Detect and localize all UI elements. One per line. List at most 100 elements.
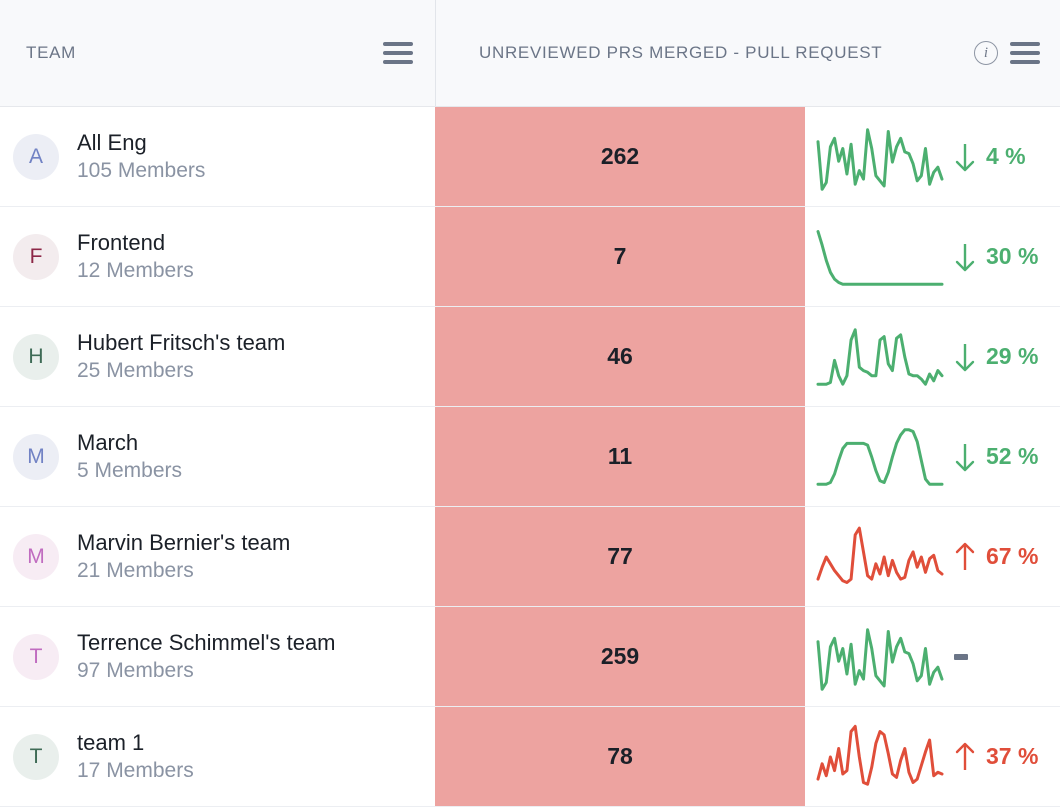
- table-row[interactable]: M Marvin Bernier's team 21 Members 77 67 %: [0, 507, 1060, 607]
- trend-cell: [806, 607, 1060, 706]
- team-member-count: 21 Members: [77, 559, 194, 583]
- team-name: Hubert Fritsch's team: [77, 329, 286, 355]
- trend-cell: 67 %: [806, 507, 1060, 606]
- sparkline-chart: [816, 627, 944, 691]
- team-cell[interactable]: H Hubert Fritsch's team 25 Members: [0, 307, 435, 406]
- trend-cell: 4 %: [806, 107, 1060, 206]
- avatar: M: [13, 533, 59, 580]
- trend-cell: 37 %: [806, 707, 1060, 806]
- trend-percent-label: 67 %: [986, 543, 1039, 569]
- hamburger-icon[interactable]: [383, 42, 413, 64]
- team-member-count: 97 Members: [77, 659, 194, 683]
- hamburger-bar: [1010, 42, 1040, 46]
- team-cell[interactable]: F Frontend 12 Members: [0, 207, 435, 306]
- team-cell[interactable]: M March 5 Members: [0, 407, 435, 506]
- trend-percent-label: 29 %: [986, 343, 1039, 369]
- hamburger-bar: [1010, 60, 1040, 64]
- metric-value-cell[interactable]: 7: [435, 207, 806, 306]
- trend-cell: 52 %: [806, 407, 1060, 506]
- trend-percent-label: 4 %: [986, 143, 1026, 169]
- metric-value-cell[interactable]: 11: [435, 407, 806, 506]
- team-cell[interactable]: T Terrence Schimmel's team 97 Members: [0, 607, 435, 706]
- team-text: March 5 Members: [77, 430, 182, 484]
- table-row[interactable]: Tteam 1 17 Members 78 37 %: [0, 707, 1060, 807]
- teams-metric-table: TEAM UNREVIEWED PRS MERGED - PULL REQUES…: [0, 0, 1060, 810]
- team-name: All Eng: [77, 129, 147, 155]
- column-header-metric-label: UNREVIEWED PRS MERGED - PULL REQUEST: [479, 42, 883, 62]
- table-row[interactable]: A All Eng 105 Members 262 4 %: [0, 107, 1060, 207]
- team-cell[interactable]: Tteam 1 17 Members: [0, 707, 435, 806]
- team-name: Terrence Schimmel's team: [77, 629, 336, 655]
- metric-value-cell[interactable]: 262: [435, 107, 806, 206]
- arrow-up-icon: [955, 742, 975, 770]
- trend-indicator: 37 %: [948, 742, 1038, 772]
- column-header-metric[interactable]: UNREVIEWED PRS MERGED - PULL REQUEST i: [435, 0, 1060, 106]
- team-text: Hubert Fritsch's team 25 Members: [77, 330, 285, 384]
- avatar: M: [13, 433, 59, 480]
- team-member-count: 105 Members: [77, 159, 206, 183]
- team-member-count: 12 Members: [77, 259, 194, 283]
- sparkline-chart: [816, 127, 944, 191]
- sparkline-chart: [816, 427, 944, 486]
- team-name: Frontend: [77, 229, 166, 255]
- avatar: A: [13, 133, 59, 180]
- metric-value-cell[interactable]: 46: [435, 307, 806, 406]
- trend-percent-label: 30 %: [986, 243, 1039, 269]
- hamburger-bar: [383, 51, 413, 55]
- team-member-count: 17 Members: [77, 759, 194, 783]
- sparkline-chart: [816, 724, 944, 786]
- table-body: A All Eng 105 Members 262 4 % F Frontend 12 Mem…: [0, 107, 1060, 807]
- arrow-down-icon: [955, 243, 975, 271]
- metric-value-cell[interactable]: 259: [435, 607, 806, 706]
- arrow-down-icon: [955, 343, 975, 371]
- trend-indicator: 30 %: [948, 242, 1038, 272]
- table-row[interactable]: F Frontend 12 Members 7 30 %: [0, 207, 1060, 307]
- trend-cell: 30 %: [806, 207, 1060, 306]
- avatar: F: [13, 233, 59, 280]
- team-name: Marvin Bernier's team: [77, 529, 291, 555]
- sparkline-chart: [816, 526, 944, 584]
- trend-indicator: 67 %: [948, 542, 1038, 572]
- team-member-count: 5 Members: [77, 459, 183, 483]
- info-icon[interactable]: i: [974, 41, 998, 65]
- team-cell[interactable]: A All Eng 105 Members: [0, 107, 435, 206]
- trend-indicator: 29 %: [948, 342, 1038, 372]
- team-text: team 1 17 Members: [77, 730, 194, 784]
- table-row[interactable]: H Hubert Fritsch's team 25 Members 46 29 %: [0, 307, 1060, 407]
- avatar: T: [13, 733, 59, 780]
- sparkline-chart: [816, 229, 944, 286]
- metric-value-cell[interactable]: 77: [435, 507, 806, 606]
- column-header-team-label: TEAM: [26, 42, 77, 62]
- arrow-up-icon: [955, 542, 975, 570]
- team-text: Frontend 12 Members: [77, 230, 194, 284]
- hamburger-bar: [1010, 51, 1040, 55]
- column-header-team[interactable]: TEAM: [0, 0, 435, 106]
- trend-percent-label: 52 %: [986, 443, 1039, 469]
- trend-percent-label: 37 %: [986, 743, 1039, 769]
- metric-value-cell[interactable]: 78: [435, 707, 806, 806]
- team-member-count: 25 Members: [77, 359, 194, 383]
- trend-indicator: [948, 653, 968, 660]
- table-header-row: TEAM UNREVIEWED PRS MERGED - PULL REQUES…: [0, 0, 1060, 107]
- table-row[interactable]: T Terrence Schimmel's team 97 Members 259: [0, 607, 1060, 707]
- avatar: T: [13, 633, 59, 680]
- hamburger-bar: [383, 60, 413, 64]
- trend-indicator: 4 %: [948, 142, 1026, 172]
- sparkline-chart: [816, 327, 944, 386]
- team-text: All Eng 105 Members: [77, 130, 205, 184]
- trend-indicator: 52 %: [948, 442, 1038, 472]
- table-row[interactable]: M March 5 Members 11 52 %: [0, 407, 1060, 507]
- team-cell[interactable]: M Marvin Bernier's team 21 Members: [0, 507, 435, 606]
- team-name: March: [77, 429, 139, 455]
- arrow-down-icon: [955, 443, 975, 471]
- team-text: Terrence Schimmel's team 97 Members: [77, 630, 336, 684]
- avatar: H: [13, 333, 59, 380]
- hamburger-bar: [383, 42, 413, 46]
- dash-icon: [954, 653, 968, 660]
- trend-cell: 29 %: [806, 307, 1060, 406]
- column-header-metric-actions: i: [974, 41, 1040, 65]
- team-name: team 1: [77, 729, 145, 755]
- arrow-down-icon: [955, 143, 975, 171]
- team-text: Marvin Bernier's team 21 Members: [77, 530, 290, 584]
- hamburger-icon[interactable]: [1010, 42, 1040, 64]
